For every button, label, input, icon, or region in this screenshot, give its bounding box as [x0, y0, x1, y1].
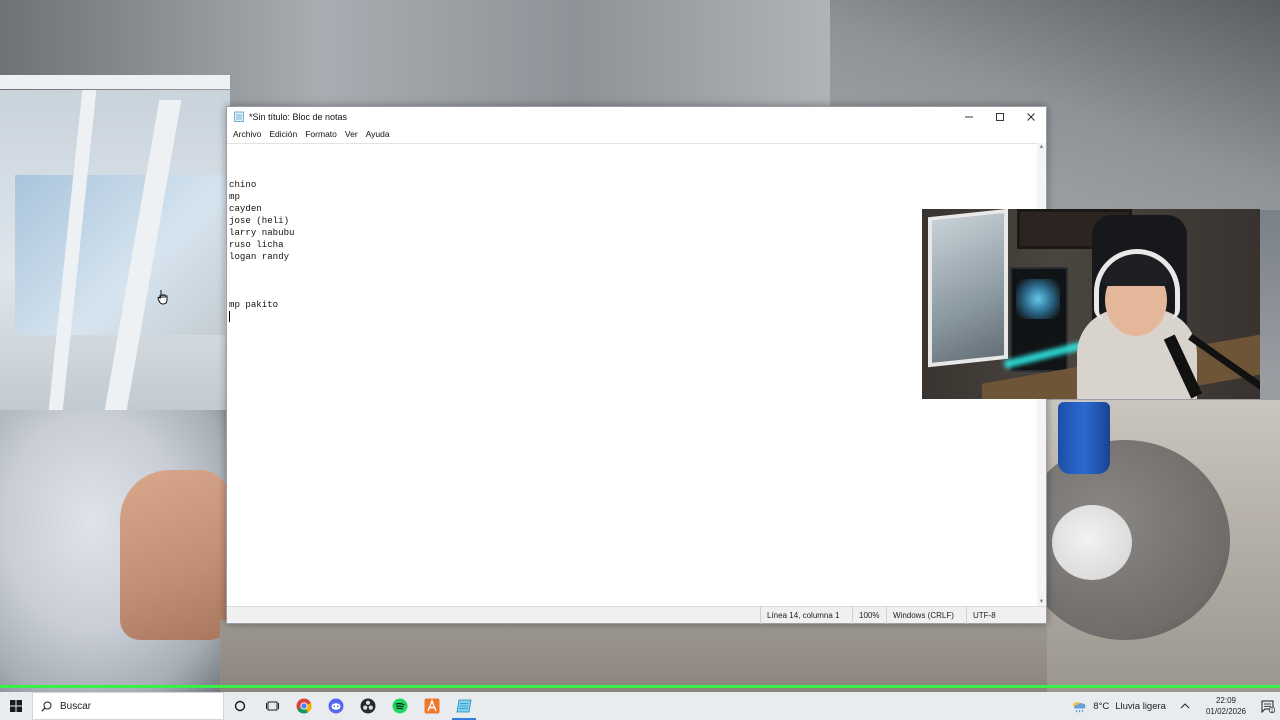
text-line: ruso licha — [229, 239, 284, 250]
text-line: mp pakito — [229, 299, 279, 310]
scroll-up-icon[interactable]: ▲ — [1037, 143, 1046, 151]
discord-icon — [328, 698, 344, 714]
weather-widget[interactable]: 8°C Lluvia ligera — [1071, 699, 1166, 713]
menu-edicion[interactable]: Edición — [265, 129, 301, 139]
taskbar-search[interactable]: Buscar — [32, 692, 224, 720]
taskbar-notepad[interactable] — [448, 692, 480, 720]
taskbar-app-orange[interactable] — [416, 692, 448, 720]
maximize-icon — [995, 112, 1004, 121]
notepad-icon — [234, 111, 244, 122]
task-view-icon — [265, 701, 279, 711]
background-plate — [1052, 505, 1132, 580]
orange-app-icon — [424, 698, 440, 714]
rain-cloud-icon — [1073, 702, 1086, 713]
clock-date: 01/02/2026 — [1205, 707, 1246, 716]
text-line-cursor — [229, 311, 1038, 323]
hand-cursor-icon — [157, 290, 168, 305]
background-frame — [0, 75, 230, 89]
text-line — [229, 275, 1038, 287]
menu-ver[interactable]: Ver — [341, 129, 362, 139]
tray-expand-button[interactable] — [1180, 701, 1190, 712]
notification-icon: 1 — [1261, 700, 1275, 713]
title-bar[interactable]: *Sin título: Bloc de notas — [227, 107, 1046, 126]
weather-temperature: 8°C — [1093, 700, 1110, 712]
close-icon — [1026, 112, 1035, 121]
notepad-taskbar-icon — [456, 699, 472, 713]
text-line: larry nabubu — [229, 227, 295, 238]
clock[interactable]: 22:09 01/02/2026 — [1206, 695, 1246, 717]
taskbar-obs[interactable] — [352, 692, 384, 720]
window-title: *Sin título: Bloc de notas — [249, 111, 348, 122]
notification-center-button[interactable]: 1 — [1256, 692, 1280, 720]
search-icon — [41, 701, 52, 712]
windows-icon — [10, 700, 22, 712]
text-line: logan randy — [229, 251, 290, 262]
taskbar-chrome[interactable] — [288, 692, 320, 720]
background-cup — [1058, 402, 1110, 474]
webcam-pc-fan — [1016, 279, 1060, 319]
close-button[interactable] — [1015, 107, 1046, 126]
cortana-button[interactable] — [224, 692, 256, 720]
menu-bar: Archivo Edición Formato Ver Ayuda — [227, 126, 1046, 141]
start-button[interactable] — [0, 692, 32, 720]
maximize-button[interactable] — [984, 107, 1015, 126]
text-line — [229, 263, 1038, 275]
menu-formato[interactable]: Formato — [301, 129, 341, 139]
spotify-icon — [392, 698, 408, 714]
background-arm — [120, 470, 230, 640]
text-line: cayden — [229, 203, 262, 214]
search-placeholder: Buscar — [60, 700, 92, 712]
text-line — [229, 167, 1038, 179]
scroll-down-icon[interactable]: ▼ — [1037, 598, 1046, 606]
taskbar: Buscar 8°C Lluvia ligera 22:09 01/02/202… — [0, 692, 1280, 720]
text-line — [229, 287, 1038, 299]
menu-archivo[interactable]: Archivo — [229, 129, 265, 139]
chevron-up-icon — [1180, 702, 1190, 708]
status-zoom: 100% — [852, 606, 886, 624]
status-bar: Línea 14, columna 1 100% Windows (CRLF) … — [227, 606, 1046, 624]
weather-description: Lluvia ligera — [1115, 700, 1166, 712]
status-encoding: UTF-8 — [966, 606, 1044, 624]
text-line: chino — [229, 179, 257, 190]
text-editor[interactable]: chino mp cayden jose (heli) larry nabubu… — [227, 143, 1038, 606]
cortana-circle-icon — [234, 700, 246, 712]
text-caret — [229, 311, 230, 322]
taskbar-spotify[interactable] — [384, 692, 416, 720]
background-window-pane — [15, 175, 225, 335]
task-view-button[interactable] — [256, 692, 288, 720]
background-floor — [220, 620, 1050, 692]
text-line: mp — [229, 191, 240, 202]
clock-time: 22:09 — [1215, 696, 1236, 705]
system-tray: 8°C Lluvia ligera 22:09 01/02/2026 1 — [1071, 692, 1280, 720]
taskbar-discord[interactable] — [320, 692, 352, 720]
status-line-ending: Windows (CRLF) — [886, 606, 966, 624]
minimize-button[interactable] — [953, 107, 984, 126]
webcam-overlay — [922, 209, 1260, 399]
chrome-icon — [296, 698, 312, 714]
menu-ayuda[interactable]: Ayuda — [362, 129, 394, 139]
status-position: Línea 14, columna 1 — [760, 606, 852, 624]
webcam-window — [928, 209, 1008, 368]
minimize-icon — [964, 116, 973, 117]
text-line: jose (heli) — [229, 215, 290, 226]
stream-accent-line — [0, 685, 1280, 688]
obs-icon — [360, 698, 376, 714]
window-controls — [953, 107, 1046, 126]
